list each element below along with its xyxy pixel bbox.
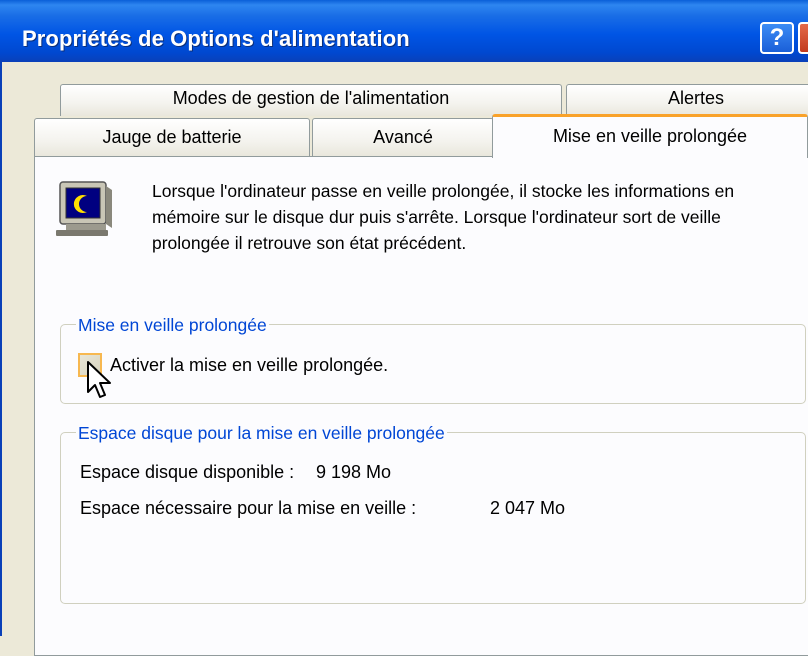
tab-avance[interactable]: Avancé [312,118,494,156]
available-space-label: Espace disque disponible : [80,462,295,482]
enable-hibernate-label[interactable]: Activer la mise en veille prolongée. [110,355,388,376]
available-space-value: 9 198 Mo [316,462,392,482]
help-button[interactable]: ? [760,22,794,54]
tab-jauge-batterie[interactable]: Jauge de batterie [34,118,310,156]
hibernate-description: Lorsque l'ordinateur passe en veille pro… [152,181,735,253]
monitor-moon-icon [52,178,116,247]
disk-space-groupbox-title: Espace disque pour la mise en veille pro… [76,423,447,443]
window-title: Propriétés de Options d'alimentation [22,26,410,51]
tab-mise-en-veille-prolongee[interactable]: Mise en veille prolongée [492,114,808,158]
required-space-label: Espace nécessaire pour la mise en veille… [80,498,417,518]
tab-alertes[interactable]: Alertes [566,84,808,116]
title-bar[interactable]: Propriétés de Options d'alimentation ? [0,0,808,62]
required-space-value: 2 047 Mo [490,498,566,518]
hibernate-groupbox-title: Mise en veille prolongée [76,315,269,335]
close-button[interactable] [798,22,808,54]
tab-modes-gestion[interactable]: Modes de gestion de l'alimentation [60,84,562,116]
mouse-cursor-icon [86,360,116,407]
